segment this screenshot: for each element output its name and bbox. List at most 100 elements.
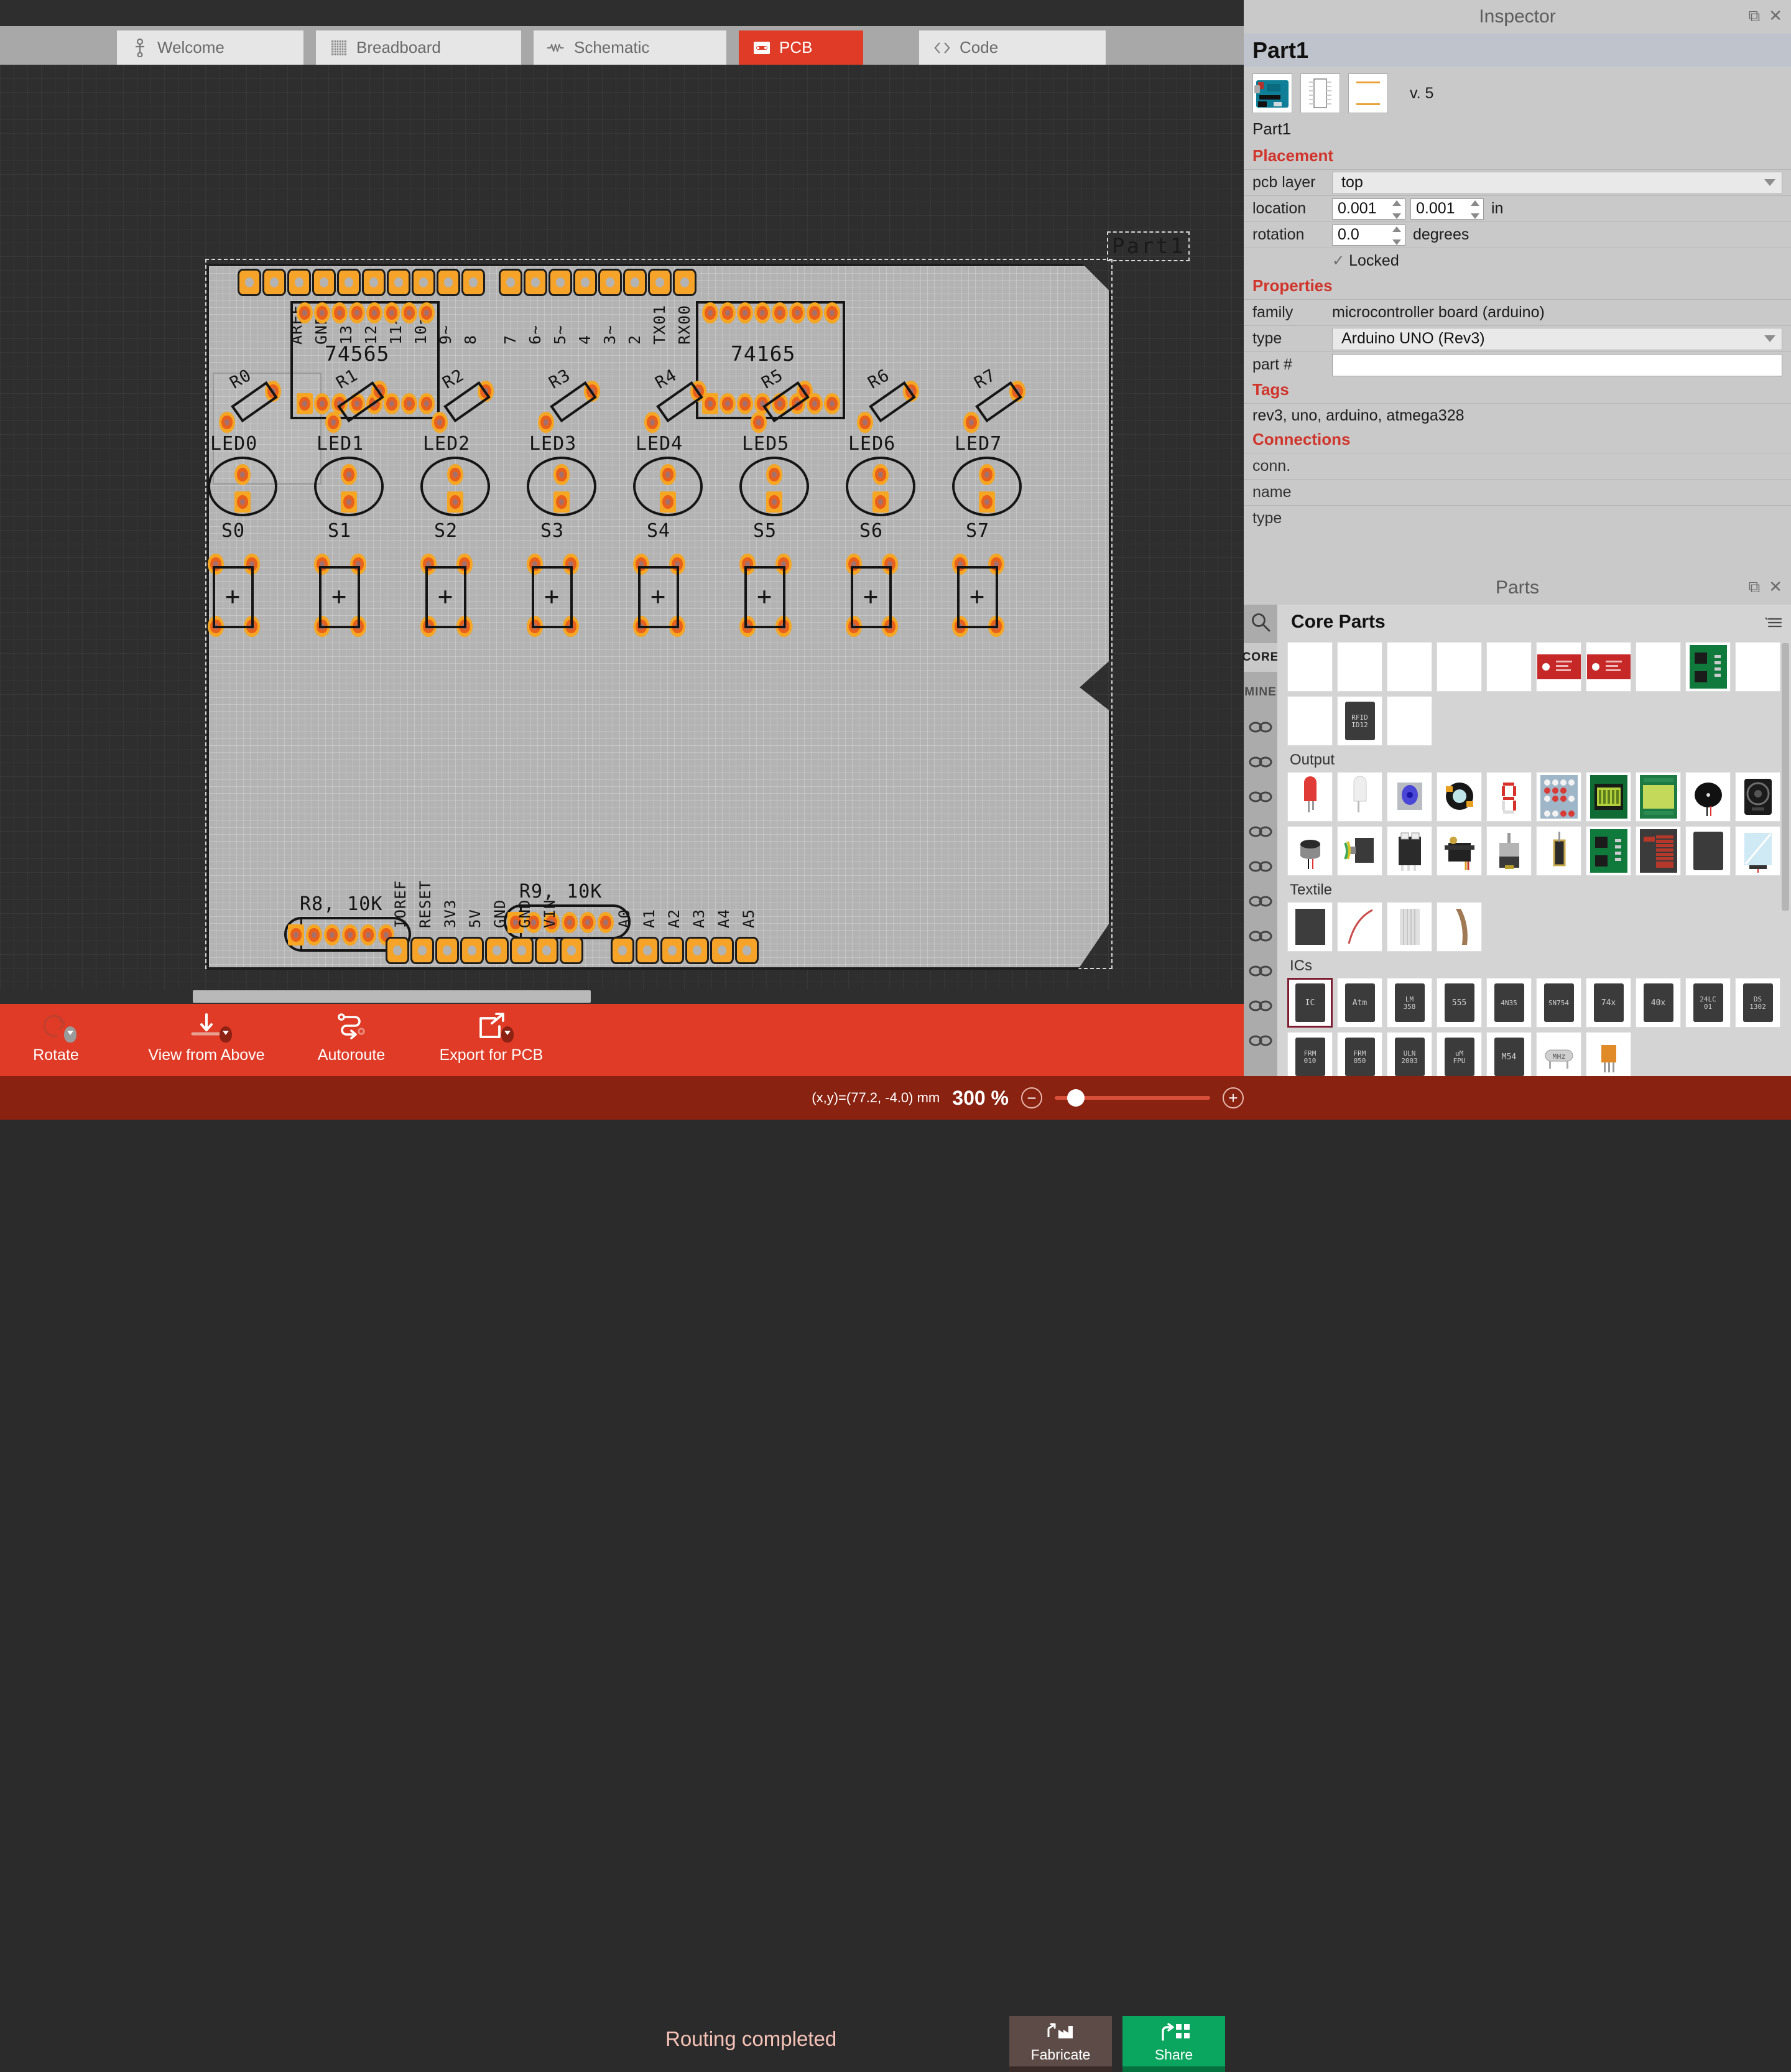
ic-pad[interactable] bbox=[979, 464, 995, 485]
part-item[interactable]: FRM 010 bbox=[1287, 1032, 1333, 1082]
ic-pad[interactable] bbox=[553, 464, 570, 485]
export-dropdown-caret[interactable] bbox=[501, 1026, 514, 1043]
header-pad[interactable] bbox=[535, 937, 558, 964]
part-item-crystal[interactable]: MHz bbox=[1536, 1032, 1581, 1082]
tab-schematic[interactable]: Schematic bbox=[534, 30, 726, 65]
header-pad[interactable] bbox=[499, 269, 522, 296]
part-item[interactable] bbox=[1437, 642, 1482, 692]
ic-pad[interactable] bbox=[314, 554, 330, 575]
part-item[interactable]: IC bbox=[1287, 978, 1333, 1028]
ic-pad[interactable] bbox=[331, 302, 348, 323]
undock-icon[interactable]: ⧉ bbox=[1749, 578, 1761, 595]
ic-pad[interactable] bbox=[872, 464, 889, 485]
part-item[interactable] bbox=[1387, 696, 1432, 746]
ic-pad[interactable] bbox=[598, 912, 614, 933]
header-pad[interactable] bbox=[636, 937, 659, 964]
ic-pad[interactable] bbox=[341, 464, 357, 485]
location-x-input[interactable]: 0.001 bbox=[1332, 198, 1405, 220]
undock-icon[interactable]: ⧉ bbox=[1749, 7, 1761, 24]
part-item[interactable]: 4N35 bbox=[1486, 978, 1532, 1028]
ic-pad[interactable] bbox=[952, 554, 968, 575]
header-pad[interactable] bbox=[560, 937, 583, 964]
part-item-speaker[interactable] bbox=[1735, 772, 1780, 822]
part-item[interactable] bbox=[1337, 642, 1382, 692]
location-y-stepper[interactable] bbox=[1470, 200, 1480, 219]
locked-row[interactable]: ✓ Locked bbox=[1244, 248, 1791, 274]
part-item-fabric-dark[interactable] bbox=[1287, 902, 1333, 952]
location-x-stepper[interactable] bbox=[1392, 200, 1402, 219]
ic-pad[interactable] bbox=[366, 302, 382, 323]
header-pad[interactable] bbox=[312, 269, 336, 296]
ic-pad[interactable] bbox=[766, 464, 782, 485]
header-pad[interactable] bbox=[510, 937, 534, 964]
header-pad[interactable] bbox=[548, 269, 572, 296]
pcb-canvas[interactable]: fritzing Part1 AREFGND131211~10~9~876~5~… bbox=[0, 65, 1244, 1004]
part-item-redboard[interactable] bbox=[1536, 642, 1581, 692]
part-item[interactable] bbox=[1685, 826, 1731, 876]
ic-pad[interactable] bbox=[314, 393, 330, 414]
header-pad[interactable] bbox=[623, 269, 647, 296]
ic-pad[interactable] bbox=[737, 393, 753, 414]
tab-code[interactable]: Code bbox=[919, 30, 1106, 65]
part-item-sevenseg[interactable] bbox=[1486, 772, 1532, 822]
part-number-input[interactable] bbox=[1332, 354, 1782, 376]
rotate-dropdown-caret[interactable] bbox=[64, 1026, 76, 1043]
parts-bin-moon-bin-icon[interactable] bbox=[1244, 957, 1277, 985]
parts-bin-search-bin-icon[interactable] bbox=[1244, 1026, 1277, 1055]
header-pad[interactable] bbox=[524, 269, 547, 296]
parts-bin-piano-bin-icon[interactable] bbox=[1244, 922, 1277, 950]
ic-pad[interactable] bbox=[349, 302, 365, 323]
ic-pad[interactable] bbox=[739, 554, 756, 575]
part-item-resonator[interactable] bbox=[1586, 1032, 1631, 1082]
part-item[interactable] bbox=[1636, 642, 1681, 692]
ic-pad[interactable] bbox=[772, 302, 788, 323]
tab-breadboard[interactable]: Breadboard bbox=[316, 30, 521, 65]
part-item-glcd[interactable] bbox=[1636, 772, 1681, 822]
header-pad[interactable] bbox=[710, 937, 734, 964]
ic-pad[interactable] bbox=[219, 412, 235, 433]
ic-pad[interactable] bbox=[401, 393, 417, 414]
header-pad[interactable] bbox=[262, 269, 286, 296]
header-pad[interactable] bbox=[598, 269, 622, 296]
part-item[interactable]: 40x bbox=[1636, 978, 1681, 1028]
type-select[interactable]: Arduino UNO (Rev3) bbox=[1332, 328, 1782, 350]
ic-pad[interactable] bbox=[342, 924, 358, 945]
close-icon[interactable]: ✕ bbox=[1769, 578, 1782, 595]
ic-pad[interactable] bbox=[766, 491, 782, 513]
ic-pad[interactable] bbox=[720, 393, 736, 414]
part-item[interactable] bbox=[1735, 642, 1780, 692]
header-pad[interactable] bbox=[685, 937, 709, 964]
ic-pad[interactable] bbox=[360, 924, 376, 945]
ic-pad[interactable] bbox=[963, 412, 979, 433]
ic-pad[interactable] bbox=[297, 393, 313, 414]
parts-vertical-scrollbar[interactable] bbox=[1782, 643, 1789, 911]
part-item-ledmatrix[interactable] bbox=[1536, 772, 1581, 822]
ic-pad[interactable] bbox=[401, 302, 417, 323]
schematic-thumbnail[interactable] bbox=[1300, 73, 1340, 113]
ic-pad[interactable] bbox=[580, 912, 596, 933]
ic-pad[interactable] bbox=[538, 412, 554, 433]
header-pad[interactable] bbox=[412, 269, 435, 296]
header-pad[interactable] bbox=[287, 269, 311, 296]
parts-bin-resistor-bin-icon[interactable] bbox=[1244, 887, 1277, 916]
fabricate-button[interactable]: Fabricate bbox=[1009, 2016, 1112, 2072]
ic-pad[interactable] bbox=[208, 554, 224, 575]
part-item[interactable]: FRM 050 bbox=[1337, 1032, 1382, 1082]
parts-bin-intel-bin-icon[interactable] bbox=[1244, 817, 1277, 846]
part-item-lcd[interactable] bbox=[1586, 772, 1631, 822]
ic-pad[interactable] bbox=[857, 412, 873, 433]
parts-bin-seeed-bin-icon[interactable] bbox=[1244, 783, 1277, 811]
part-item[interactable]: RFID ID12 bbox=[1337, 696, 1382, 746]
autoroute-button[interactable]: Autoroute bbox=[283, 1009, 420, 1072]
part-item[interactable]: ULN 2003 bbox=[1387, 1032, 1432, 1082]
ic-pad[interactable] bbox=[234, 464, 251, 485]
part-item[interactable]: Atm bbox=[1337, 978, 1382, 1028]
part-item[interactable]: SN754 bbox=[1536, 978, 1581, 1028]
canvas-horizontal-scrollbar[interactable] bbox=[0, 989, 1244, 1004]
part-item-fabric-wire[interactable] bbox=[1337, 902, 1382, 952]
parts-bin-arduino-bin-icon[interactable] bbox=[1244, 713, 1277, 741]
ic-pad[interactable] bbox=[306, 924, 322, 945]
header-pad[interactable] bbox=[648, 269, 672, 296]
tab-pcb[interactable]: PCB bbox=[739, 30, 863, 65]
part-item-led-blue[interactable] bbox=[1387, 772, 1432, 822]
